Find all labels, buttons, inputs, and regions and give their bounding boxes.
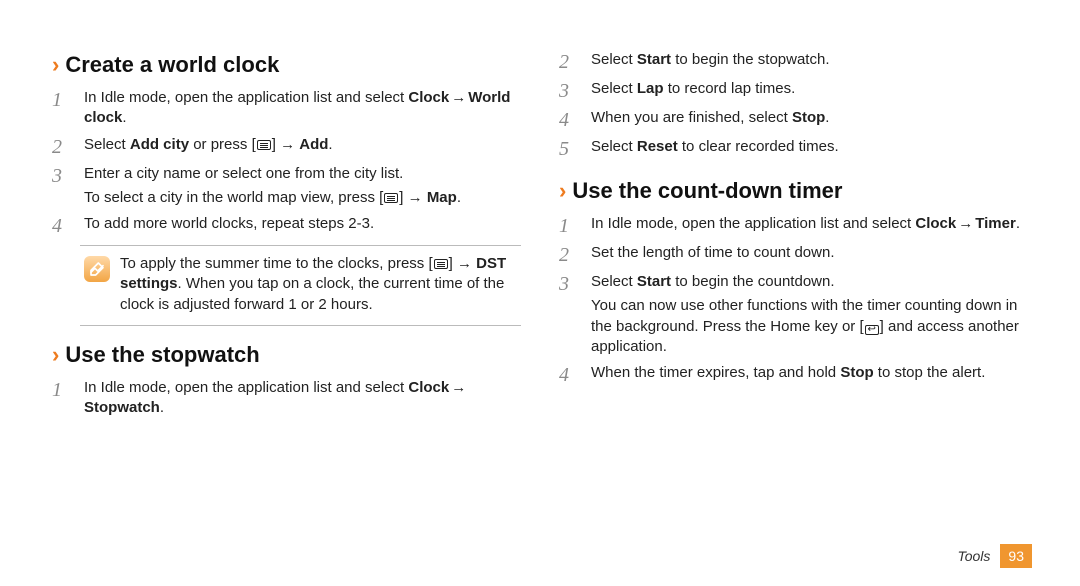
step-number: 1 (52, 88, 74, 129)
step-text: Select Start to begin the countdown. You… (591, 272, 1028, 357)
section-title: Create a world clock (65, 52, 279, 78)
step-number: 3 (559, 79, 581, 102)
step-number: 2 (559, 50, 581, 73)
step-item: 1 In Idle mode, open the application lis… (559, 214, 1028, 237)
step-item: 1 In Idle mode, open the application lis… (52, 88, 521, 129)
step-number: 1 (559, 214, 581, 237)
step-item: 2 Set the length of time to count down. (559, 243, 1028, 266)
step-number: 4 (52, 214, 74, 237)
left-column: › Create a world clock 1 In Idle mode, o… (52, 48, 521, 424)
step-number: 4 (559, 108, 581, 131)
step-item: 4 When the timer expires, tap and hold S… (559, 363, 1028, 386)
menu-icon (434, 259, 448, 269)
step-number: 1 (52, 378, 74, 419)
page-number: 93 (1000, 544, 1032, 568)
step-item: 5 Select Reset to clear recorded times. (559, 137, 1028, 160)
step-text: Set the length of time to count down. (591, 243, 1028, 266)
note-icon (84, 256, 110, 282)
chevron-icon: › (52, 54, 59, 76)
footer-section: Tools (957, 548, 990, 564)
menu-icon (384, 193, 398, 203)
step-number: 5 (559, 137, 581, 160)
back-icon: ↩ (865, 325, 879, 335)
section-heading-world-clock: › Create a world clock (52, 52, 521, 78)
step-text: Select Reset to clear recorded times. (591, 137, 1028, 160)
step-number: 4 (559, 363, 581, 386)
section-heading-stopwatch: › Use the stopwatch (52, 342, 521, 368)
step-text: In Idle mode, open the application list … (84, 378, 521, 419)
note-text: To apply the summer time to the clocks, … (120, 254, 517, 315)
step-text: In Idle mode, open the application list … (591, 214, 1028, 237)
right-column: 2 Select Start to begin the stopwatch. 3… (559, 48, 1028, 424)
step-item: 3 Select Start to begin the countdown. Y… (559, 272, 1028, 357)
step-number: 3 (559, 272, 581, 357)
step-item: 4 To add more world clocks, repeat steps… (52, 214, 521, 237)
step-number: 2 (559, 243, 581, 266)
step-text: Enter a city name or select one from the… (84, 164, 521, 209)
note-box: To apply the summer time to the clocks, … (80, 245, 521, 326)
step-text: Select Lap to record lap times. (591, 79, 1028, 102)
menu-icon (257, 140, 271, 150)
step-item: 3 Select Lap to record lap times. (559, 79, 1028, 102)
step-item: 4 When you are finished, select Stop. (559, 108, 1028, 131)
step-item: 1 In Idle mode, open the application lis… (52, 378, 521, 419)
chevron-icon: › (52, 344, 59, 366)
step-item: 2 Select Add city or press [] → Add. (52, 135, 521, 158)
step-text: Select Add city or press [] → Add. (84, 135, 521, 158)
step-item: 3 Enter a city name or select one from t… (52, 164, 521, 209)
step-item: 2 Select Start to begin the stopwatch. (559, 50, 1028, 73)
step-text: When the timer expires, tap and hold Sto… (591, 363, 1028, 386)
section-title: Use the stopwatch (65, 342, 259, 368)
step-text: When you are finished, select Stop. (591, 108, 1028, 131)
section-heading-timer: › Use the count-down timer (559, 178, 1028, 204)
manual-page: › Create a world clock 1 In Idle mode, o… (0, 0, 1080, 484)
section-title: Use the count-down timer (572, 178, 842, 204)
page-footer: Tools 93 (957, 544, 1032, 568)
step-text: Select Start to begin the stopwatch. (591, 50, 1028, 73)
step-number: 2 (52, 135, 74, 158)
step-number: 3 (52, 164, 74, 209)
chevron-icon: › (559, 180, 566, 202)
step-text: To add more world clocks, repeat steps 2… (84, 214, 521, 237)
step-text: In Idle mode, open the application list … (84, 88, 521, 129)
